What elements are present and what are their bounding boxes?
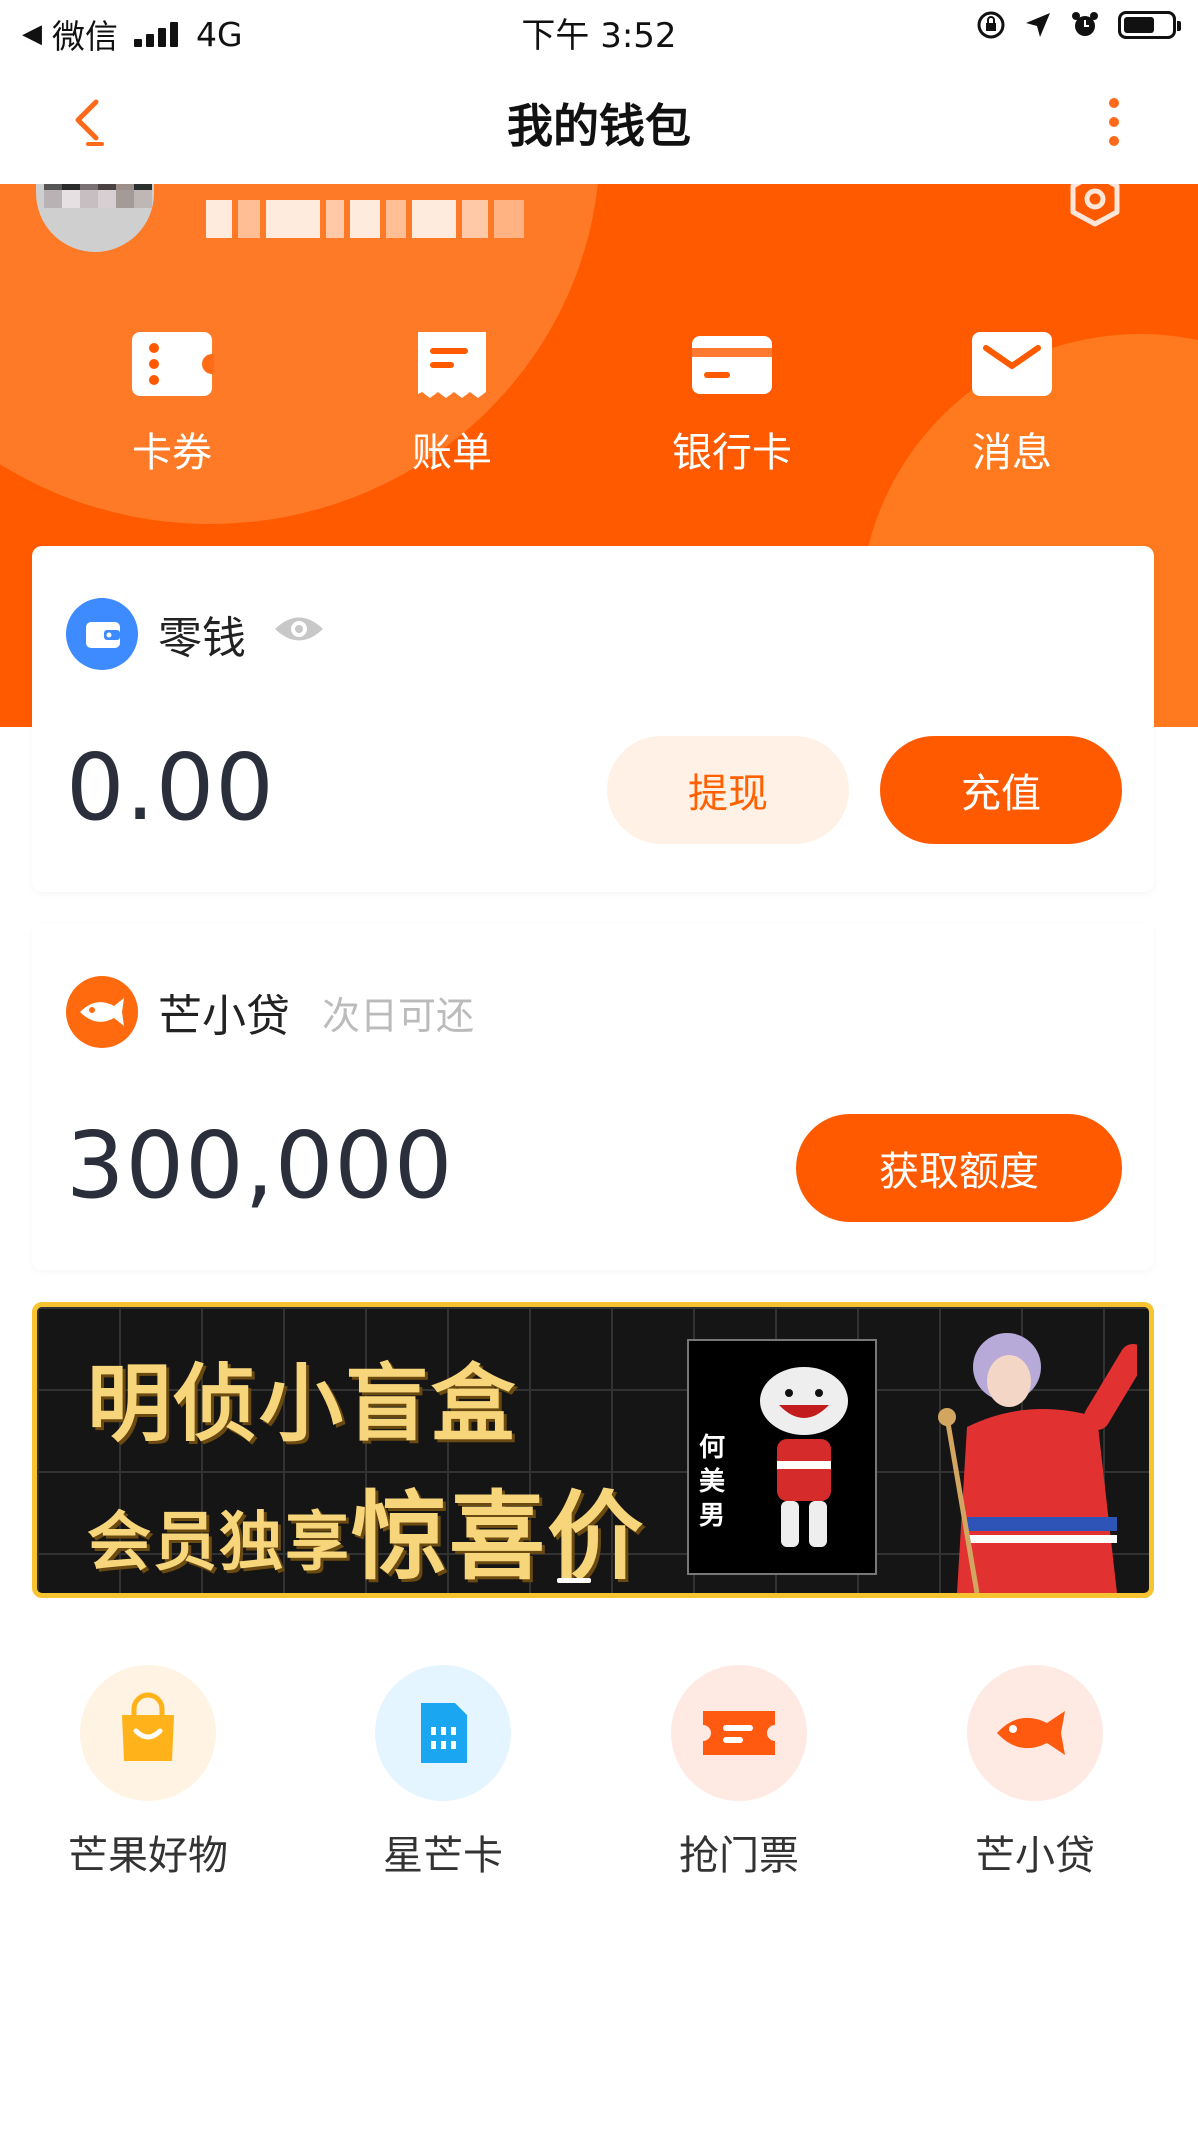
loan-title: 芒小贷: [158, 991, 290, 1042]
loan-card: 芒小贷 次日可还 300,000 获取额度: [32, 924, 1154, 1270]
more-menu-icon[interactable]: [1108, 98, 1120, 146]
alarm-icon: [1072, 12, 1098, 36]
sim-card-icon: [375, 1665, 511, 1801]
status-right: [976, 10, 1181, 40]
feature-messages[interactable]: 消息: [912, 328, 1112, 478]
banner-emphasis: 惊喜价: [351, 1481, 645, 1593]
location-icon: [1026, 13, 1050, 37]
battery-icon: [1118, 11, 1181, 39]
carousel-indicator[interactable]: [557, 1578, 591, 1583]
loan-amount: 300,000: [66, 1112, 454, 1219]
service-label: 芒果好物: [68, 1833, 228, 1879]
balance-title: 零钱: [158, 613, 246, 664]
loan-card-header: 芒小贷 次日可还: [66, 976, 474, 1048]
coupon-icon: [130, 328, 222, 400]
feature-bills[interactable]: 账单: [352, 328, 552, 478]
banner-headline: 明侦小盲盒: [87, 1355, 518, 1453]
service-label: 抢门票: [679, 1833, 799, 1879]
shopping-bag-icon: [80, 1665, 216, 1801]
service-label: 芒小贷: [975, 1833, 1095, 1879]
feature-label: 消息: [972, 430, 1052, 476]
banner-prefix: 会员独享: [87, 1506, 351, 1580]
ticket-icon: [671, 1665, 807, 1801]
get-credit-button[interactable]: 获取额度: [796, 1114, 1122, 1222]
blind-box-image: 何美男: [687, 1339, 877, 1575]
celebrity-photo: [938, 1333, 1137, 1593]
feature-coupons[interactable]: 卡券: [72, 328, 272, 478]
page-title: 我的钱包: [507, 99, 691, 153]
loan-subtitle: 次日可还: [322, 993, 475, 1038]
service-mango-goods[interactable]: 芒果好物: [28, 1665, 268, 1881]
balance-card: 零钱 0.00 提现 充值: [32, 546, 1154, 892]
recharge-button[interactable]: 充值: [880, 736, 1122, 844]
message-icon: [970, 328, 1054, 400]
service-star-mango-card[interactable]: 星芒卡: [323, 1665, 563, 1881]
fish-icon: [967, 1665, 1103, 1801]
blind-box-name: 何美男: [699, 1433, 726, 1531]
withdraw-button[interactable]: 提现: [607, 736, 849, 844]
eye-icon[interactable]: [272, 612, 326, 646]
feature-label: 银行卡: [672, 430, 792, 476]
fish-icon: [66, 976, 138, 1048]
wallet-icon: [66, 598, 138, 670]
feature-bank-cards[interactable]: 银行卡: [632, 328, 832, 478]
balance-card-header: 零钱: [66, 598, 326, 670]
status-bar: ◀ 微信 4G 下午 3:52: [0, 0, 1198, 62]
feature-label: 卡券: [132, 430, 212, 476]
service-label: 星芒卡: [383, 1833, 503, 1879]
promo-banner[interactable]: 明侦小盲盒 会员独享惊喜价 何美男: [32, 1302, 1154, 1598]
bill-icon: [410, 328, 494, 400]
orientation-lock-icon: [977, 11, 1005, 39]
settings-icon[interactable]: [1062, 184, 1128, 232]
balance-amount: 0.00: [66, 734, 275, 841]
service-mango-loan[interactable]: 芒小贷: [915, 1665, 1155, 1881]
navigation-bar: 我的钱包: [0, 62, 1198, 184]
mascot-figure-image: [760, 1367, 848, 1547]
service-grab-tickets[interactable]: 抢门票: [619, 1665, 859, 1881]
username-redacted: [206, 200, 536, 238]
feature-label: 账单: [412, 430, 492, 476]
bank-card-icon: [690, 328, 774, 400]
